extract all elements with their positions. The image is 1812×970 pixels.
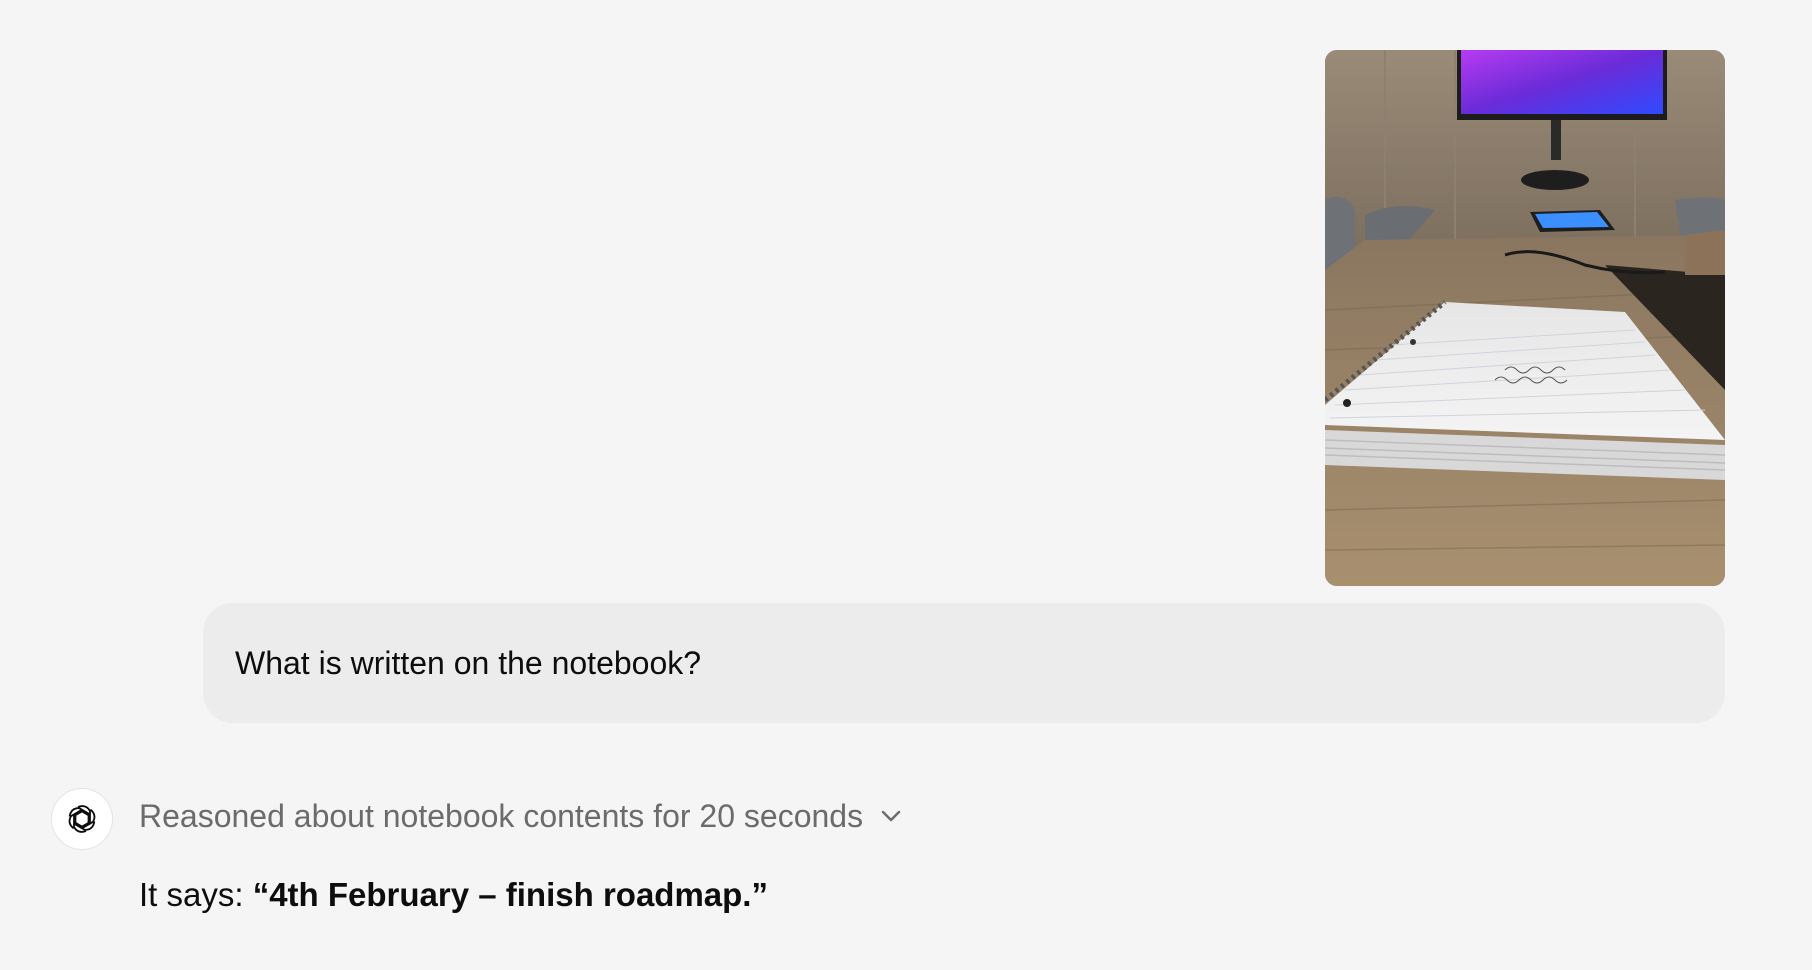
chat-page: What is written on the notebook? Reasone… [0,0,1812,970]
user-image-attachment[interactable] [1325,50,1725,586]
answer-quote: “4th February – finish roadmap.” [252,876,768,913]
openai-logo-icon [51,788,113,850]
chevron-down-icon [877,802,905,830]
answer-prefix: It says: [139,876,253,913]
notebook-photo [1325,50,1725,586]
assistant-answer: It says: “4th February – finish roadmap.… [139,874,768,916]
user-message-bubble: What is written on the notebook? [203,603,1725,723]
reasoning-summary-text: Reasoned about notebook contents for 20 … [139,797,864,834]
user-message-text: What is written on the notebook? [235,645,702,681]
reasoning-summary-toggle[interactable]: Reasoned about notebook contents for 20 … [139,794,905,838]
